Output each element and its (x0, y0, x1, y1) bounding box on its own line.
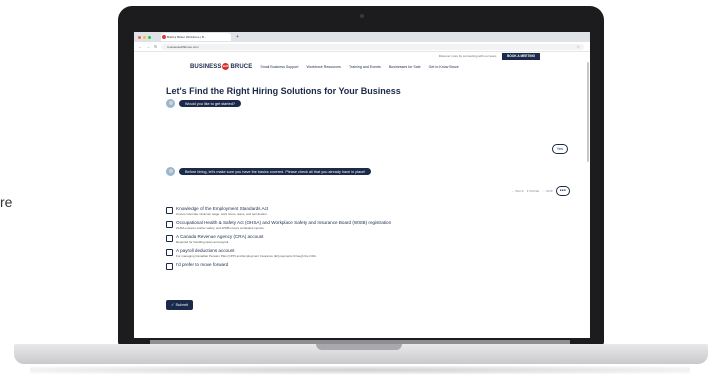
reload-icon[interactable]: ↻ (154, 44, 157, 49)
option-title: I'd prefer to move forward (176, 262, 229, 267)
list-item[interactable]: Knowledge of the Employment Standards Ac… (166, 206, 566, 216)
close-window-icon[interactable] (138, 35, 141, 39)
browser-tab[interactable]: Build a Better Workforce | B... (161, 33, 231, 41)
maximize-window-icon[interactable] (148, 35, 151, 39)
more-options-icon[interactable]: ••• (555, 186, 570, 196)
logo-text-right: BRUCE (230, 63, 253, 70)
logo-text-left: BUSINESS (190, 63, 222, 70)
bot-message: Would you like to get started? (179, 100, 241, 107)
page-scrollbar[interactable] (587, 62, 589, 162)
chat-controls: ← BACK II PAUSE → SKIP ••• (512, 186, 570, 196)
back-icon[interactable]: ← (138, 44, 142, 49)
forward-icon[interactable]: → (146, 44, 150, 49)
address-bar[interactable]: businesswithbruce.com ☆ (161, 43, 584, 50)
option-description: Covers rules like minimum wage, work hou… (176, 212, 268, 216)
list-item[interactable]: I'd prefer to move forward (166, 262, 566, 270)
checkbox[interactable] (166, 220, 173, 228)
option-description: Required for handling taxes and payroll. (176, 240, 230, 244)
checkbox[interactable] (166, 248, 173, 256)
back-button[interactable]: ← BACK (512, 189, 524, 193)
list-item[interactable]: A payroll deductions account For managin… (166, 248, 566, 258)
minimize-window-icon[interactable] (143, 35, 146, 39)
site-logo[interactable]: BUSINESS with BRUCE (190, 63, 252, 70)
option-description: For managing Canadian Pension Plan (CPP)… (176, 254, 317, 258)
nav-small-business-support[interactable]: Small Business Support (260, 65, 298, 69)
nav-training-events[interactable]: Training and Events (349, 65, 381, 69)
nav-get-to-know-bruce[interactable]: Get to Know Bruce (429, 65, 459, 69)
checkbox[interactable] (166, 234, 173, 242)
chat-area: Let's Find the Right Hiring Solutions fo… (134, 86, 590, 109)
bot-message: Before hiring, let's make sure you have … (179, 168, 372, 175)
tab-title: Build a Better Workforce | B... (167, 35, 207, 39)
site-topbar: Discover more by connecting with our tea… (134, 52, 590, 60)
bot-message-row: Would you like to get started? (166, 98, 572, 109)
book-meeting-button[interactable]: BOOK A MEETING (502, 52, 540, 60)
nav-workforce-resources[interactable]: Workforce Resources (306, 65, 341, 69)
list-item[interactable]: A Canada Revenue Agency (CRA) account Re… (166, 234, 566, 244)
laptop-screen: Build a Better Workforce | B... + ← → ↻ … (134, 32, 590, 338)
list-item[interactable]: Occupational Health & Safety Act (OHSA) … (166, 220, 566, 230)
avatar (166, 167, 175, 176)
new-tab-button[interactable]: + (236, 34, 239, 40)
checklist: Knowledge of the Employment Standards Ac… (166, 206, 566, 274)
checkbox[interactable] (166, 262, 173, 270)
option-description: OHSA ensures worker safety, and WSIB cov… (176, 226, 265, 230)
laptop-base-notch (316, 344, 402, 350)
site-nav: BUSINESS with BRUCE Small Business Suppo… (134, 60, 590, 73)
submit-button[interactable]: ✓ Submit (166, 300, 193, 310)
pause-button[interactable]: II PAUSE (527, 189, 539, 193)
camera-icon (360, 14, 364, 18)
checkbox[interactable] (166, 206, 173, 214)
avatar (166, 99, 175, 108)
browser-toolbar: ← → ↻ businesswithbruce.com ☆ (134, 42, 590, 52)
side-text: re (0, 194, 13, 210)
page-title: Let's Find the Right Hiring Solutions fo… (166, 86, 401, 96)
logo-mark: with (222, 63, 230, 70)
nav-businesses-for-sale[interactable]: Businesses for Sale (389, 65, 421, 69)
discover-text: Discover more by connecting with our tea… (438, 54, 498, 58)
user-reply-bubble: Yes (551, 144, 568, 154)
url-text: businesswithbruce.com (167, 44, 199, 49)
bookmark-star-icon[interactable]: ☆ (576, 44, 580, 50)
skip-button[interactable]: → SKIP (542, 189, 553, 193)
browser-tab-bar: Build a Better Workforce | B... + (134, 32, 590, 42)
bot-message-row: Before hiring, let's make sure you have … (166, 166, 372, 177)
favicon-icon (162, 35, 166, 39)
laptop-shadow (30, 366, 690, 374)
